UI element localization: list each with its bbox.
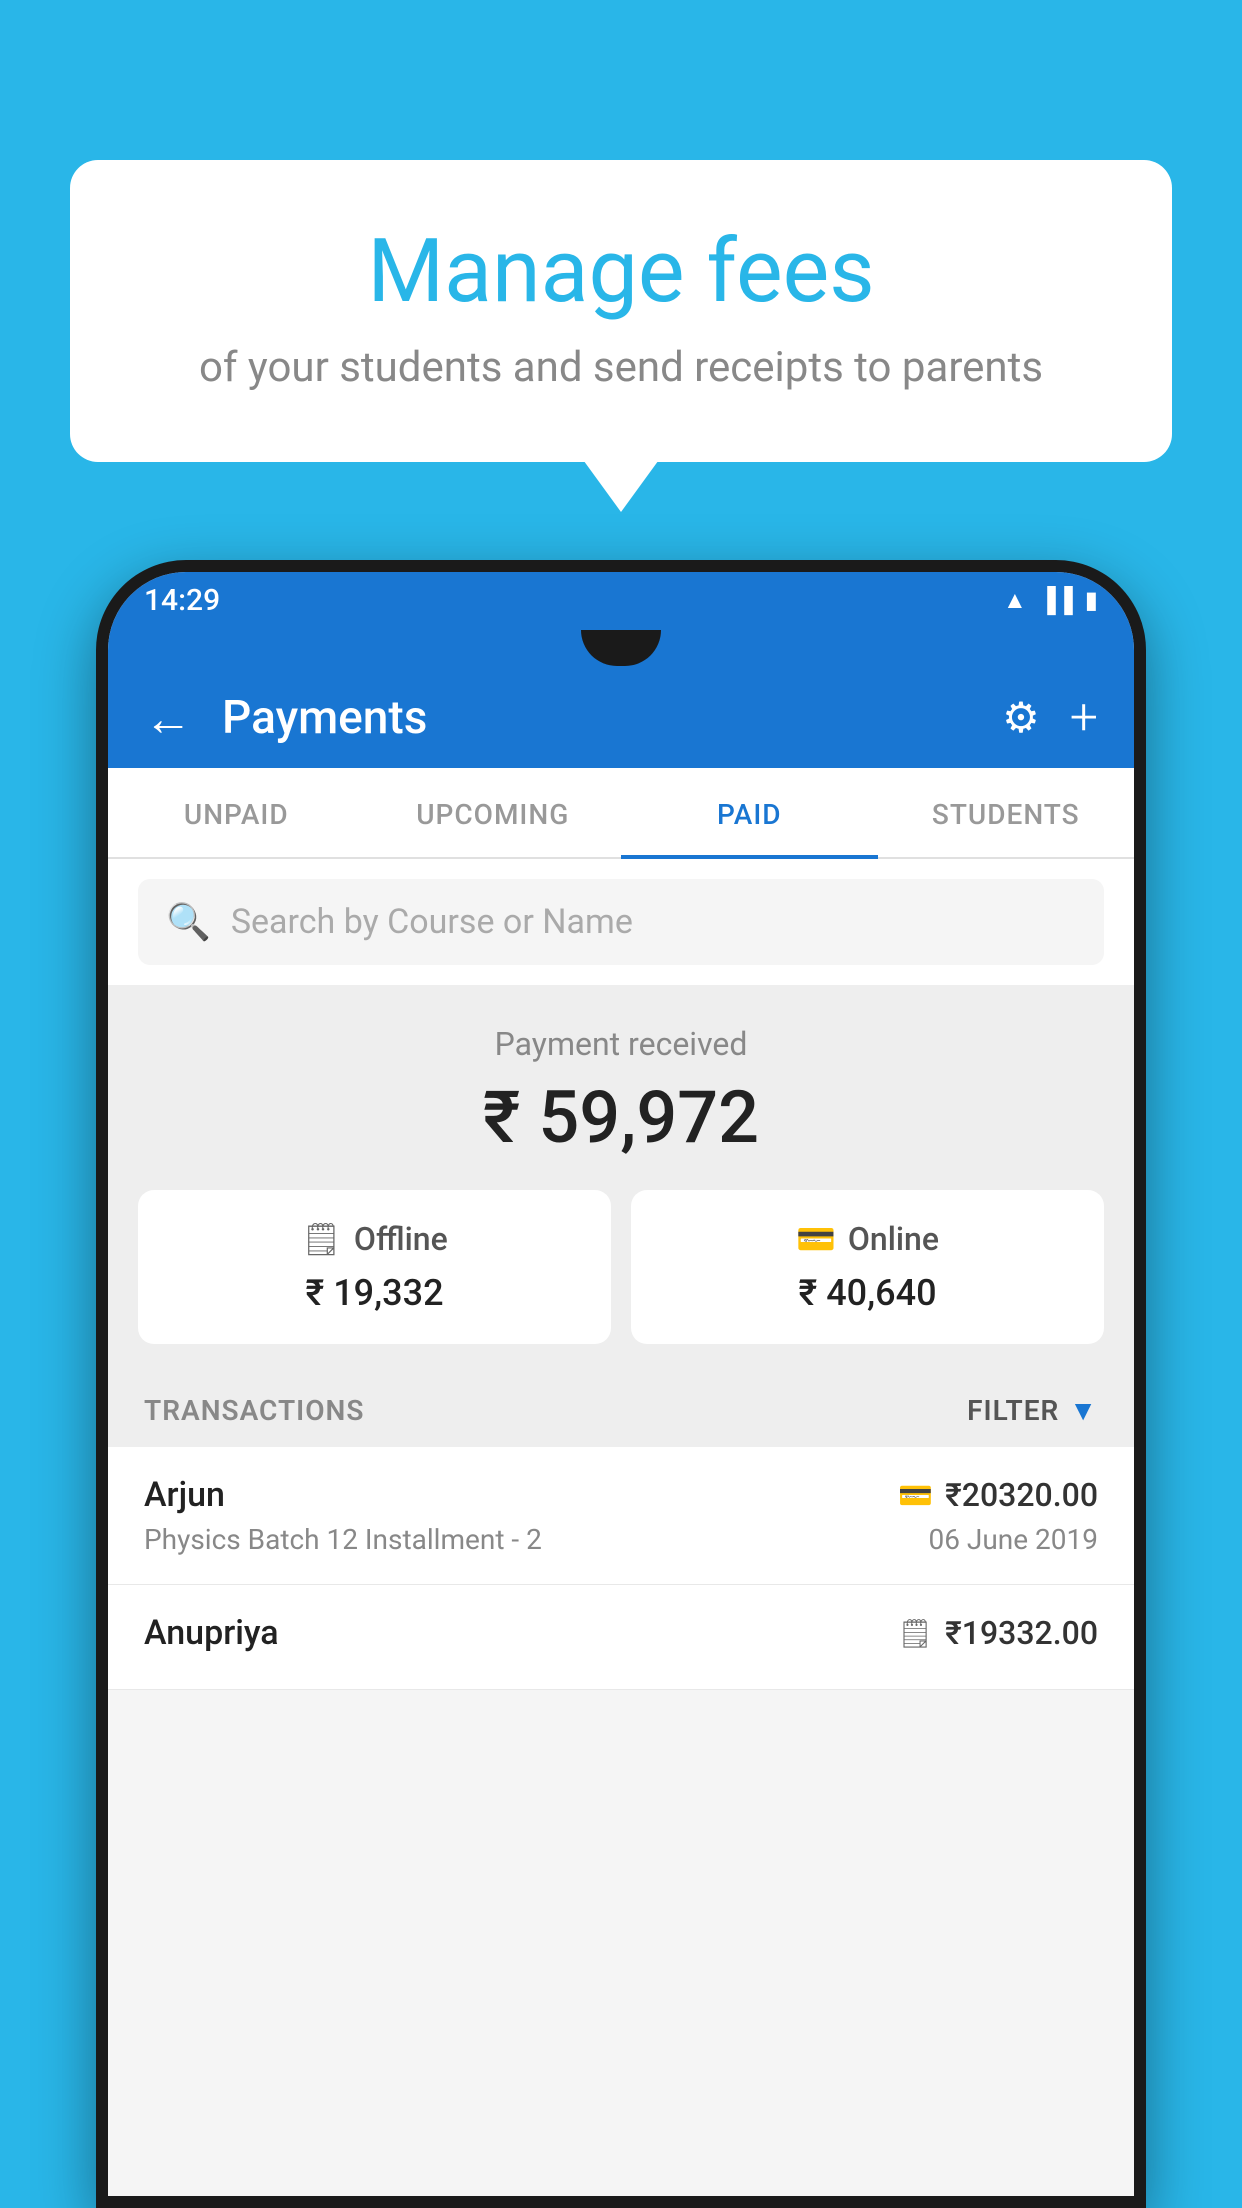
online-amount: ₹ 40,640 [798, 1272, 936, 1314]
tab-unpaid[interactable]: UNPAID [108, 768, 365, 857]
payment-total: ₹ 59,972 [138, 1075, 1104, 1160]
phone-mockup: 14:29 ▲ ▐▐ ▮ ← Payments ⚙ + UNPAID UPCOM… [96, 560, 1146, 2208]
payment-received-label: Payment received [138, 1025, 1104, 1063]
transaction-amount-1: 💳 ₹20320.00 [898, 1476, 1098, 1514]
transaction-amount-value-1: ₹20320.00 [945, 1476, 1098, 1514]
speech-bubble: Manage fees of your students and send re… [70, 160, 1172, 462]
wifi-icon: ▲ [1003, 586, 1027, 615]
search-input[interactable]: Search by Course or Name [231, 902, 633, 942]
card-payment-icon: 💳 [898, 1479, 933, 1512]
transaction-amount-2: 🗒 ₹19332.00 [898, 1614, 1098, 1652]
status-icons: ▲ ▐▐ ▮ [1003, 586, 1098, 615]
transaction-amount-value-2: ₹19332.00 [945, 1614, 1098, 1652]
search-bar[interactable]: 🔍 Search by Course or Name [138, 879, 1104, 965]
tab-upcoming[interactable]: UPCOMING [365, 768, 622, 857]
online-icon: 💳 [796, 1220, 836, 1258]
notch [581, 630, 661, 666]
page-title: Payments [222, 691, 972, 745]
search-container: 🔍 Search by Course or Name [108, 859, 1134, 985]
transactions-header: TRANSACTIONS FILTER ▼ [108, 1374, 1134, 1447]
filter-button[interactable]: FILTER ▼ [967, 1394, 1098, 1427]
transaction-row-1[interactable]: Arjun 💳 ₹20320.00 Physics Batch 12 Insta… [108, 1447, 1134, 1585]
status-bar: 14:29 ▲ ▐▐ ▮ [108, 572, 1134, 628]
status-time: 14:29 [144, 583, 220, 618]
filter-label: FILTER [967, 1394, 1059, 1427]
tab-paid[interactable]: PAID [621, 768, 878, 857]
gear-icon[interactable]: ⚙ [1002, 693, 1040, 743]
online-label: Online [848, 1220, 939, 1258]
transactions-label: TRANSACTIONS [144, 1394, 364, 1427]
back-button[interactable]: ← [144, 690, 192, 747]
transaction-row-2[interactable]: Anupriya 🗒 ₹19332.00 [108, 1585, 1134, 1690]
offline-amount: ₹ 19,332 [305, 1272, 443, 1314]
tabs: UNPAID UPCOMING PAID STUDENTS [108, 768, 1134, 859]
search-icon: 🔍 [166, 901, 211, 943]
phone-screen: 14:29 ▲ ▐▐ ▮ ← Payments ⚙ + UNPAID UPCOM… [108, 572, 1134, 2196]
tab-students[interactable]: STUDENTS [878, 768, 1135, 857]
rupee-payment-icon: 🗒 [898, 1617, 934, 1650]
offline-icon: 🗒 [301, 1220, 342, 1258]
offline-label: Offline [354, 1220, 448, 1258]
add-button[interactable]: + [1070, 689, 1098, 747]
transaction-name-1: Arjun [144, 1475, 225, 1515]
payment-cards: 🗒 Offline ₹ 19,332 💳 Online ₹ 40,640 [138, 1190, 1104, 1344]
filter-icon: ▼ [1069, 1394, 1098, 1427]
transaction-date-1: 06 June 2019 [928, 1523, 1098, 1556]
transaction-name-2: Anupriya [144, 1613, 279, 1653]
battery-icon: ▮ [1085, 586, 1098, 614]
online-card: 💳 Online ₹ 40,640 [631, 1190, 1104, 1344]
app-header: ← Payments ⚙ + [108, 668, 1134, 768]
transaction-course-1: Physics Batch 12 Installment - 2 [144, 1523, 542, 1556]
offline-card: 🗒 Offline ₹ 19,332 [138, 1190, 611, 1344]
notch-area [108, 628, 1134, 668]
signal-icon: ▐▐ [1039, 586, 1073, 615]
speech-bubble-title: Manage fees [120, 220, 1122, 323]
payment-summary: Payment received ₹ 59,972 🗒 Offline ₹ 19… [108, 985, 1134, 1374]
speech-bubble-subtitle: of your students and send receipts to pa… [120, 343, 1122, 392]
